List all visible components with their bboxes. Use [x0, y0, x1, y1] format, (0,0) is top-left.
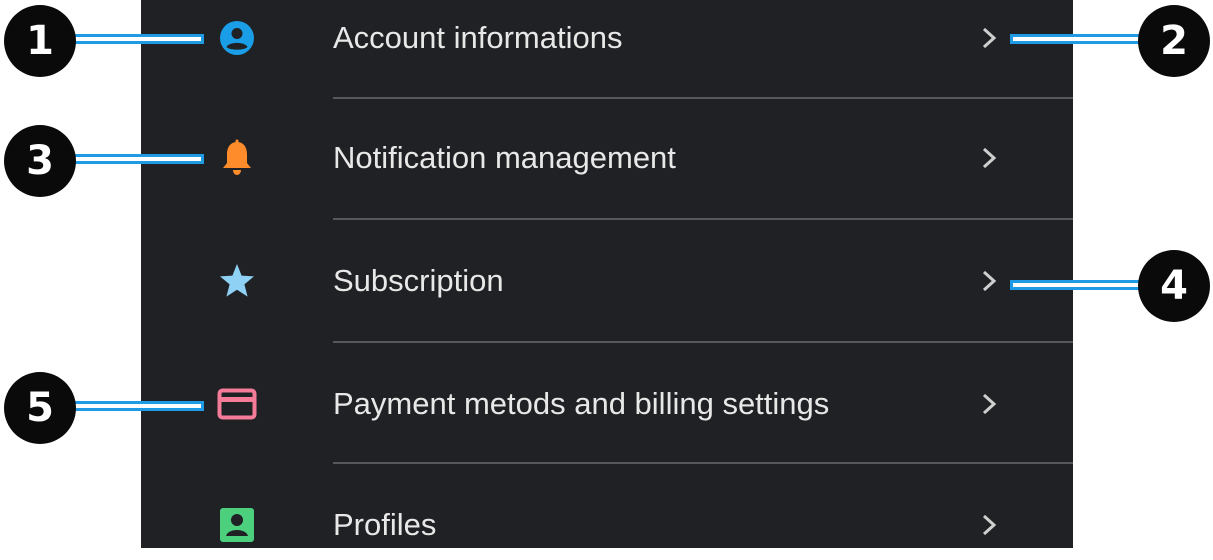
bell-icon [217, 138, 257, 178]
divider [333, 218, 1073, 220]
callout-3: 3 [4, 125, 76, 197]
account-circle-icon [217, 18, 257, 58]
credit-card-icon [217, 384, 257, 424]
settings-menu-panel: Account informations Notification manage… [141, 0, 1073, 548]
chevron-right-icon [979, 266, 1001, 296]
callout-5: 5 [4, 372, 76, 444]
callout-2: 2 [1138, 5, 1210, 77]
divider [333, 341, 1073, 343]
menu-item-payment-methods[interactable]: Payment metods and billing settings [141, 369, 1073, 439]
callout-leader-3 [72, 154, 204, 164]
callout-4: 4 [1138, 250, 1210, 322]
menu-item-label: Payment metods and billing settings [333, 386, 830, 421]
menu-item-label: Profiles [333, 507, 437, 542]
chevron-right-icon [979, 389, 1001, 419]
menu-item-label: Account informations [333, 20, 623, 55]
menu-item-label: Notification management [333, 140, 676, 175]
chevron-right-icon [979, 143, 1001, 173]
star-icon [217, 261, 257, 301]
divider [333, 462, 1073, 464]
divider [333, 97, 1073, 99]
chevron-right-icon [979, 23, 1001, 53]
profile-card-icon [217, 505, 257, 545]
menu-item-notification-management[interactable]: Notification management [141, 123, 1073, 193]
callout-leader-5 [72, 401, 204, 411]
menu-item-profiles[interactable]: Profiles [141, 490, 1073, 560]
callout-leader-2 [1010, 34, 1150, 44]
callout-1: 1 [4, 5, 76, 77]
menu-item-subscription[interactable]: Subscription [141, 246, 1073, 316]
callout-leader-4 [1010, 280, 1150, 290]
chevron-right-icon [979, 510, 1001, 540]
menu-item-label: Subscription [333, 263, 504, 298]
menu-item-account-informations[interactable]: Account informations [141, 3, 1073, 73]
callout-leader-1 [72, 34, 204, 44]
